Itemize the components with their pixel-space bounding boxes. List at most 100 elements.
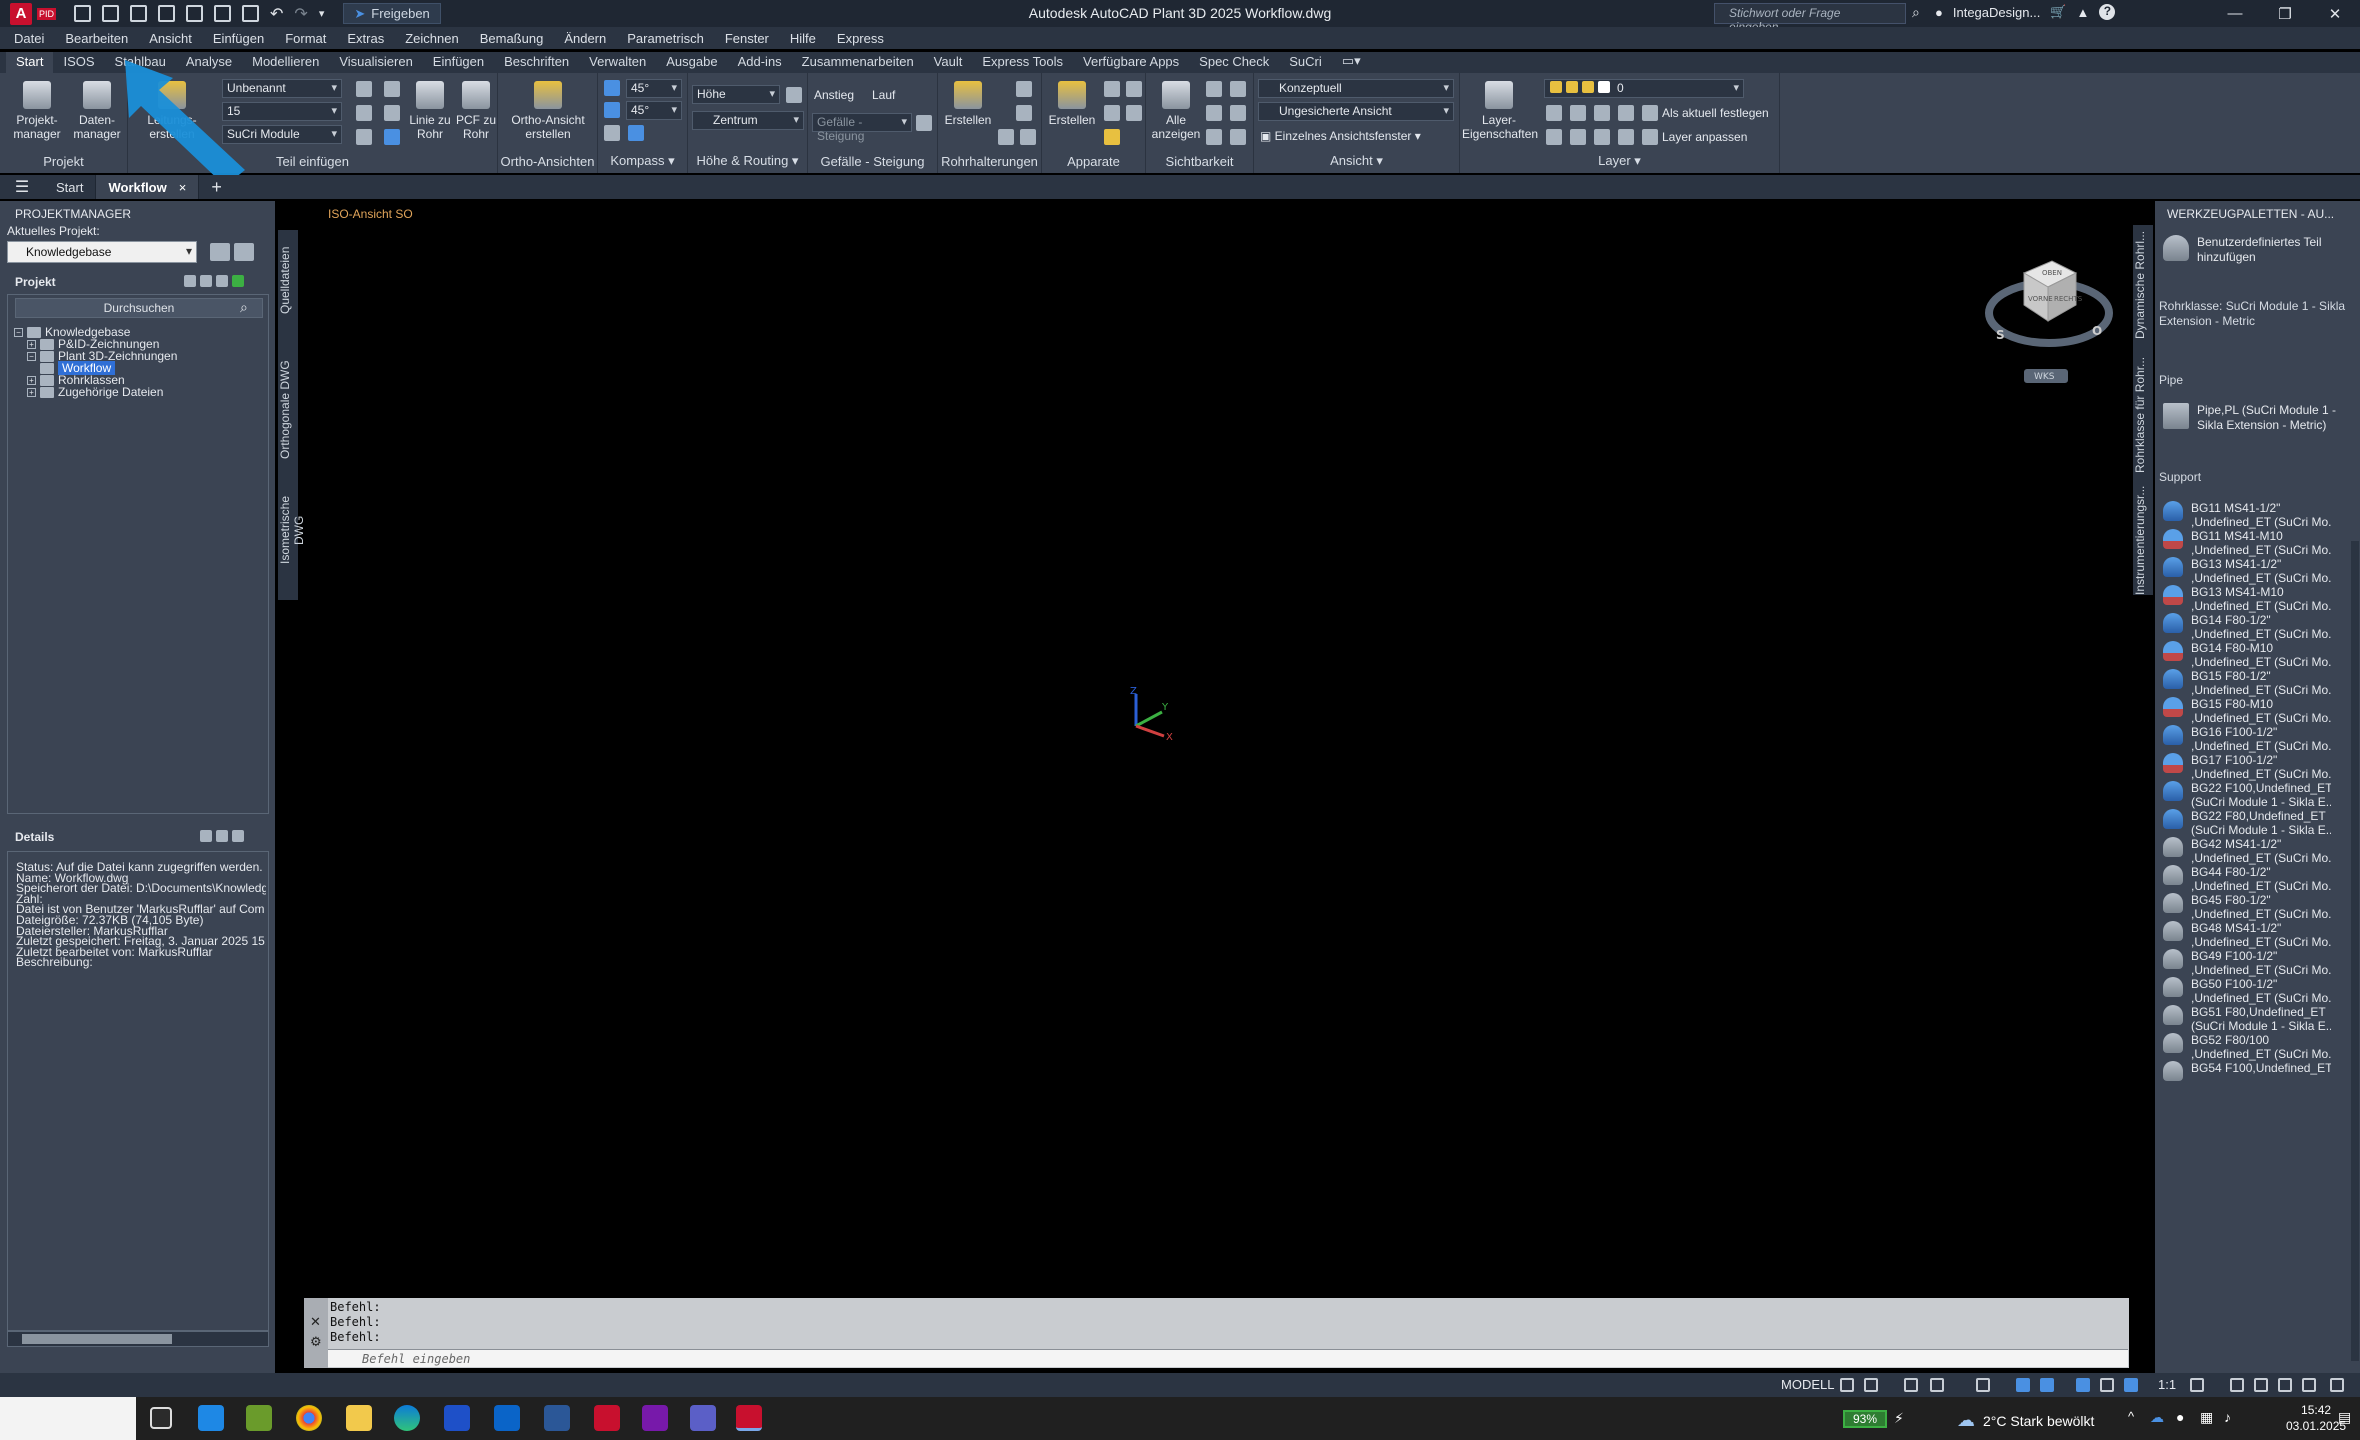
collapse-icon[interactable]: − [27,351,36,361]
collapse-icon[interactable]: − [14,327,23,337]
vtab-isometrische-dwg[interactable]: Isometrische DWG [278,480,306,580]
hamburger-menu-icon[interactable]: ☰ [0,177,44,197]
snap-icon[interactable] [1864,1378,1878,1392]
isodraft-icon[interactable] [1976,1378,1990,1392]
print-project-icon[interactable] [210,243,230,261]
match-layer-button[interactable]: Layer anpassen [1662,130,1747,144]
onenote-icon[interactable] [642,1405,668,1431]
support-item[interactable]: BG49 F100-1/2" ,Undefined_ET (SuCri Mo... [2155,949,2345,977]
vtab-quelldateien[interactable]: Quelldateien [278,240,298,320]
help-search-input[interactable]: Stichwort oder Frage eingeben [1714,3,1906,34]
volume-icon[interactable]: ♪ [2224,1409,2231,1425]
quick-properties-icon[interactable] [2278,1378,2292,1392]
support-item[interactable]: BG15 F80-M10 ,Undefined_ET (SuCri Mo... [2155,697,2345,725]
viewcube-icon[interactable]: OBEN VORNE RECHTS S O WKS [1984,243,2114,393]
layer-properties-button[interactable]: Layer- Eigenschaften [1462,81,1538,141]
layer-tool-4-icon[interactable] [1618,105,1634,121]
valve-icon[interactable] [384,129,400,145]
pipe-item[interactable]: Pipe,PL (SuCri Module 1 - Sikla Extensio… [2155,403,2345,439]
connect-icon[interactable] [384,105,400,121]
close-tab-icon[interactable]: × [179,180,187,195]
support-replace-icon[interactable] [1016,105,1032,121]
compass-angle-1[interactable]: 45° [626,79,682,98]
support-edit-icon[interactable] [1016,81,1032,97]
equipment-template-icon[interactable] [1104,129,1120,145]
menu-item[interactable]: Zeichnen [405,31,458,46]
search-icon[interactable] [184,275,196,287]
vtab-orthogonale-dwg[interactable]: Orthogonale DWG [278,360,298,460]
support-item[interactable]: BG11 MS41-M10 ,Undefined_ET (SuCri Mo... [2155,529,2345,557]
support-attach-icon[interactable] [998,129,1014,145]
layer-tool-3-icon[interactable] [1594,105,1610,121]
customize-status-icon[interactable] [2330,1378,2344,1392]
match-layer-icon[interactable] [1642,129,1658,145]
annotation-scale-icon[interactable] [2124,1378,2138,1392]
layer-tool-2-icon[interactable] [1570,105,1586,121]
ribbon-tab[interactable]: Visualisieren [329,52,422,73]
details-horizontal-scrollbar[interactable] [7,1331,269,1347]
help-icon[interactable]: ? [2099,4,2116,20]
compass-snap-icon[interactable] [604,102,620,118]
view-label[interactable]: ISO-Ansicht SO [328,207,413,221]
weather-widget[interactable]: ☁ 2°C Stark bewölkt [1957,1410,2094,1431]
object-snap-icon[interactable] [2040,1378,2054,1392]
compass-rotate-icon[interactable] [628,125,644,141]
project-tool-2-icon[interactable] [216,275,228,287]
show-hidden-icons-icon[interactable]: ^ [2128,1409,2134,1424]
menu-item[interactable]: Bemaßung [480,31,544,46]
create-equipment-button[interactable]: Erstellen [1044,81,1100,127]
wcs-label[interactable]: WKS [2034,372,2055,382]
units-icon[interactable] [2254,1378,2268,1392]
search-icon[interactable]: ⌕ [240,299,248,316]
model-space-button[interactable]: MODELL [1781,1377,1834,1392]
taskbar-search[interactable] [0,1397,136,1440]
ribbon-tab[interactable]: SuCri [1279,52,1332,73]
mendeley-icon[interactable] [444,1405,470,1431]
set-current-layer-icon[interactable] [1642,105,1658,121]
clean-screen-icon[interactable] [2302,1378,2316,1392]
support-item[interactable]: BG14 F80-1/2" ,Undefined_ET (SuCri Mo... [2155,613,2345,641]
named-view-combo[interactable]: Ungesicherte Ansicht [1258,102,1454,121]
palette-scrollbar[interactable] [2351,541,2359,1361]
search-icon[interactable]: ⌕ [1912,4,1920,21]
battery-indicator[interactable]: 93% [1843,1410,1887,1428]
support-item[interactable]: BG52 F80/100 ,Undefined_ET (SuCri Mo... [2155,1033,2345,1061]
workspace-gear-icon[interactable] [2190,1378,2204,1392]
support-item[interactable]: BG45 F80-1/2" ,Undefined_ET (SuCri Mo... [2155,893,2345,921]
task-view-icon[interactable] [150,1407,172,1429]
minecraft-icon[interactable] [246,1405,272,1431]
print-icon[interactable] [242,5,259,22]
project-tool-1-icon[interactable] [200,275,212,287]
locate-icon[interactable] [1230,105,1246,121]
create-ortho-view-button[interactable]: Ortho-Ansicht erstellen [502,81,594,141]
menu-item[interactable]: Fenster [725,31,769,46]
create-support-button[interactable]: Erstellen [940,81,996,127]
equipment-convert-icon[interactable] [1104,105,1120,121]
equipment-edit-icon[interactable] [1104,81,1120,97]
vtab-dynamic-pipe[interactable]: Dynamische Rohrl... [2133,225,2153,345]
details-tool-3-icon[interactable] [232,830,244,842]
word-icon[interactable] [544,1405,570,1431]
outlook-icon[interactable] [494,1405,520,1431]
app-menu-button[interactable]: A PID [0,0,62,27]
project-manager-button[interactable]: Projekt- manager [10,81,64,141]
teams-icon[interactable] [690,1405,716,1431]
ribbon-tab[interactable]: Modellieren [242,52,329,73]
expand-icon[interactable]: + [27,375,36,385]
panel-title-ansicht[interactable]: Ansicht ▾ [1254,153,1459,169]
support-list-icon[interactable] [1020,129,1036,145]
panel-title-kompass[interactable]: Kompass ▾ [598,153,687,169]
ribbon-tab[interactable]: Einfügen [423,52,494,73]
layer-tool-8-icon[interactable] [1618,129,1634,145]
support-item[interactable]: BG22 F100,Undefined_ET (SuCri Module 1 - … [2155,781,2345,809]
minimize-button[interactable]: — [2210,0,2260,27]
network-icon[interactable]: ▦ [2200,1409,2213,1426]
autocad-taskbar-icon[interactable] [736,1405,762,1431]
slope-combo[interactable]: Gefälle - Steigung [812,113,912,143]
equipment-attach-icon[interactable] [1126,105,1142,121]
show-pipes-icon[interactable] [1230,129,1246,145]
file-explorer-icon[interactable] [346,1405,372,1431]
set-current-layer-button[interactable]: Als aktuell festlegen [1662,106,1769,120]
maximize-button[interactable]: ❐ [2260,0,2310,27]
auto-scale-icon[interactable] [2100,1378,2114,1392]
